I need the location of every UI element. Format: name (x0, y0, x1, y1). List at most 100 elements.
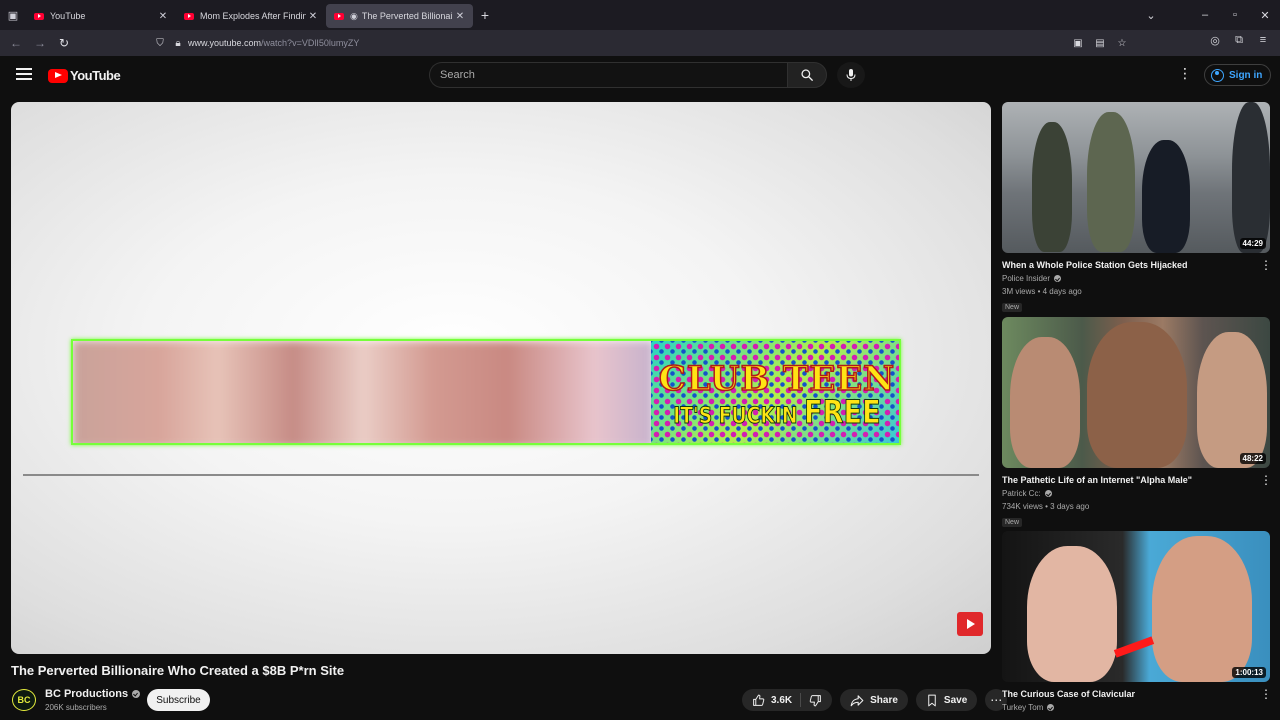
recommendation-channel[interactable]: Turkey Tom (1002, 703, 1270, 712)
sign-in-label: Sign in (1229, 69, 1263, 81)
recommendation-title[interactable]: When a Whole Police Station Gets Hijacke… (1002, 260, 1252, 270)
channel-watermark-icon[interactable] (957, 612, 983, 636)
browser-tab-youtube[interactable]: YouTube ✕ (26, 4, 176, 28)
reader-view-icon[interactable]: ▤ (1092, 38, 1108, 49)
logo-text: YouTube (70, 68, 121, 83)
video-title: The Perverted Billionaire Who Created a … (11, 663, 345, 678)
tab-label: Mom Explodes After Finding O (200, 11, 306, 21)
verified-badge-icon (132, 690, 141, 698)
settings-more-icon[interactable]: ⋮ (1176, 66, 1194, 80)
picture-in-picture-icon[interactable]: ▣ (1070, 38, 1086, 49)
maximize-icon[interactable]: ▫ (1220, 9, 1250, 21)
recommendation-title[interactable]: The Curious Case of Clavicular (1002, 689, 1252, 699)
youtube-favicon-icon (184, 12, 194, 20)
close-window-icon[interactable]: ✕ (1250, 9, 1280, 22)
minimize-icon[interactable]: – (1190, 9, 1220, 21)
star-icon[interactable]: ☆ (1114, 38, 1130, 49)
youtube-header: YouTube ⋮ Sign in (0, 56, 1280, 96)
reload-icon[interactable]: ↻ (52, 36, 76, 50)
account-circle-icon (1211, 68, 1224, 82)
video-thumbnail[interactable]: 48:22 (1002, 317, 1270, 468)
back-arrow-icon[interactable]: ← (4, 36, 28, 50)
forward-arrow-icon[interactable]: → (28, 36, 52, 50)
close-icon[interactable]: ✕ (453, 11, 467, 22)
save-label: Save (943, 694, 968, 706)
sign-in-button[interactable]: Sign in (1204, 64, 1272, 86)
like-button[interactable]: 3.6K (752, 694, 792, 707)
video-frame-line (23, 474, 979, 476)
url-bar[interactable]: ⛉ 🔒︎ www.youtube.com/watch?v=VDlI50lumyZ… (152, 33, 1132, 53)
thumbs-down-icon (809, 694, 821, 706)
browser-toolbar-right: ◎ ⧉ ≡ (1206, 34, 1272, 47)
video-actions: 3.6K Share Save ⋯ (742, 689, 1008, 711)
search-icon (801, 69, 813, 81)
share-label: Share (870, 694, 898, 706)
browser-tab-bar: ▣ YouTube ✕ Mom Explodes After Finding O… (0, 0, 1280, 30)
youtube-logo[interactable]: YouTube (48, 68, 121, 83)
youtube-favicon-icon (334, 12, 344, 20)
more-icon: ⋯ (990, 693, 1003, 707)
video-thumbnail[interactable]: 44:29 (1002, 102, 1270, 253)
tab-list-icon[interactable]: ▣ (0, 0, 26, 30)
channel-avatar[interactable]: BC (12, 689, 36, 711)
mic-icon (846, 69, 856, 81)
browser-tab-mom-explodes[interactable]: Mom Explodes After Finding O ✕ (176, 4, 326, 28)
recommendation-meta: 734K views • 3 days ago (1002, 502, 1090, 511)
subscribe-button[interactable]: Subscribe (147, 689, 210, 711)
new-badge: New (1002, 518, 1023, 527)
more-icon[interactable]: ⋮ (1260, 687, 1272, 701)
chevron-down-icon[interactable]: ⌄ (1136, 9, 1166, 22)
video-thumbnail[interactable]: 1:00:13 (1002, 531, 1270, 682)
recommendation-item[interactable]: 48:22 ⋮ The Pathetic Life of an Internet… (1002, 317, 1272, 529)
recommendation-title[interactable]: The Pathetic Life of an Internet "Alpha … (1002, 475, 1252, 485)
recommendation-channel[interactable]: Police Insider (1002, 274, 1270, 283)
browser-tab-active[interactable]: ◉ The Perverted Billionaire W ✕ (326, 4, 473, 28)
recommendation-item[interactable]: 44:29 ⋮ When a Whole Police Station Gets… (1002, 102, 1272, 314)
youtube-favicon-icon (34, 12, 44, 20)
menu-icon[interactable]: ≡ (1254, 34, 1272, 47)
share-button[interactable]: Share (840, 689, 908, 711)
url-domain: www.youtube.com (188, 38, 262, 48)
extensions-icon[interactable]: ⧉ (1230, 34, 1248, 47)
save-button[interactable]: Save (915, 689, 978, 711)
search-button[interactable] (787, 62, 827, 88)
video-player[interactable]: CLUB TEEN IT'S FUCKIN FREE (11, 102, 991, 654)
subscriber-count: 206K subscribers (45, 703, 107, 712)
more-icon[interactable]: ⋮ (1260, 473, 1272, 487)
search-input[interactable] (429, 62, 787, 88)
bookmark-icon (928, 694, 936, 706)
video-duration: 44:29 (1239, 238, 1266, 249)
like-count: 3.6K (771, 694, 793, 706)
video-frame-banner: CLUB TEEN IT'S FUCKIN FREE (71, 339, 901, 445)
tab-label: YouTube (50, 11, 86, 21)
share-icon (850, 694, 864, 706)
channel-name-link[interactable]: BC Productions (45, 688, 141, 700)
verified-badge-icon (1047, 704, 1055, 711)
recommendation-meta: 3M views • 4 days ago (1002, 287, 1082, 296)
recommendation-item[interactable]: 1:00:13 ⋮ The Curious Case of Clavicular… (1002, 531, 1272, 712)
new-badge: New (1002, 303, 1023, 312)
account-icon[interactable]: ◎ (1206, 34, 1224, 47)
url-path: /watch?v=VDlI50lumyZY (261, 38, 360, 48)
guide-menu-icon[interactable] (16, 68, 32, 80)
more-icon[interactable]: ⋮ (1260, 258, 1272, 272)
verified-badge-icon (1044, 490, 1052, 497)
video-duration: 1:00:13 (1232, 667, 1266, 678)
red-arrow (1113, 636, 1155, 658)
close-icon[interactable]: ✕ (306, 11, 320, 22)
ad-text-line2: IT'S FUCKIN FREE (673, 392, 881, 431)
tab-label: The Perverted Billionaire W (361, 11, 453, 21)
youtube-logo-icon (48, 68, 68, 83)
plus-icon[interactable]: + (473, 7, 497, 23)
voice-search-button[interactable] (837, 62, 865, 88)
dislike-button[interactable] (809, 694, 822, 707)
thumbs-up-icon (753, 694, 765, 706)
browser-nav-bar: ← → ↻ ⛉ 🔒︎ www.youtube.com/watch?v=VDlI5… (0, 30, 1280, 56)
shield-icon[interactable]: ⛉ (152, 38, 168, 49)
recommendation-channel[interactable]: Patrick Cc: (1002, 489, 1270, 498)
close-icon[interactable]: ✕ (156, 11, 170, 22)
lock-icon: 🔒︎ (175, 37, 181, 49)
blurred-image (73, 341, 653, 443)
banner-ad-graphic: CLUB TEEN IT'S FUCKIN FREE (651, 341, 899, 443)
playing-icon: ◉ (350, 10, 358, 21)
